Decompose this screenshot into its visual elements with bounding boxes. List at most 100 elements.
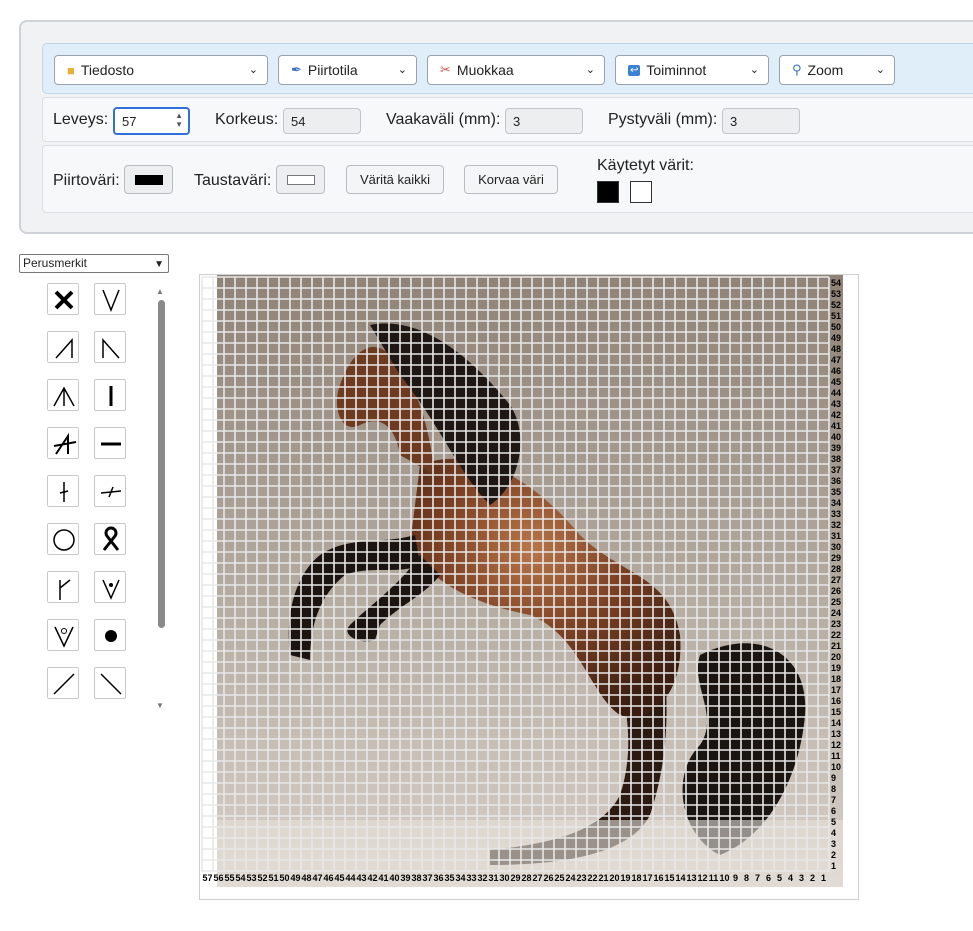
column-number-label: 2 bbox=[810, 873, 815, 883]
symbol-scrollbar-thumb[interactable] bbox=[158, 300, 165, 628]
used-color-swatch-white[interactable] bbox=[630, 181, 652, 203]
arrow-up-lines-icon[interactable] bbox=[47, 379, 79, 411]
column-number-label: 34 bbox=[455, 873, 465, 883]
diagonal-backslash-icon[interactable] bbox=[94, 667, 126, 699]
diagonal-slash-icon[interactable] bbox=[47, 667, 79, 699]
zoom-menu-select[interactable]: ⚲ Zoom ⌄ bbox=[779, 55, 895, 85]
column-number-label: 38 bbox=[411, 873, 421, 883]
row-number-label: 21 bbox=[831, 641, 841, 651]
background-color-button[interactable] bbox=[276, 165, 325, 194]
file-menu-select[interactable]: ■ Tiedosto ⌄ bbox=[54, 55, 268, 85]
row-number-label: 7 bbox=[831, 795, 836, 805]
column-number-label: 23 bbox=[576, 873, 586, 883]
column-number-label: 40 bbox=[389, 873, 399, 883]
column-number-label: 51 bbox=[268, 873, 278, 883]
a-crossed-icon[interactable] bbox=[47, 427, 79, 459]
row-number-label: 8 bbox=[831, 784, 836, 794]
row-number-label: 53 bbox=[831, 289, 841, 299]
horizontal-spacing-value: 3 bbox=[513, 113, 521, 129]
row-number-label: 15 bbox=[831, 707, 841, 717]
y-branch-icon[interactable] bbox=[47, 571, 79, 603]
row-number-label: 28 bbox=[831, 564, 841, 574]
draw-color-button[interactable] bbox=[124, 165, 173, 194]
horizontal-spacing-input[interactable]: 3 bbox=[505, 108, 583, 134]
column-number-label: 9 bbox=[733, 873, 738, 883]
row-number-label: 52 bbox=[831, 300, 841, 310]
zoom-menu-label: Zoom bbox=[807, 62, 844, 78]
column-number-label: 7 bbox=[755, 873, 760, 883]
width-input[interactable]: 57 ▲ ▼ bbox=[113, 107, 190, 135]
filled-dot-icon[interactable] bbox=[94, 619, 126, 651]
horse-photo bbox=[217, 275, 843, 887]
horizontal-spacing-label: Vaakaväli (mm): bbox=[386, 111, 501, 128]
pattern-grid[interactable]: 57 56 55 54 53 52 51 50 49 48 47 46 45 44 43 42 41 40 39 38… bbox=[200, 275, 860, 901]
column-number-label: 12 bbox=[697, 873, 707, 883]
column-number-label: 3 bbox=[799, 873, 804, 883]
ribbon-icon[interactable] bbox=[94, 523, 126, 555]
circle-icon[interactable] bbox=[47, 523, 79, 555]
column-number-label: 53 bbox=[246, 873, 256, 883]
scroll-down-arrow-icon[interactable]: ▼ bbox=[156, 701, 164, 710]
background-color-label: Taustaväri: bbox=[194, 172, 272, 189]
column-number-label: 22 bbox=[587, 873, 597, 883]
height-input[interactable]: 54 bbox=[283, 108, 361, 134]
pattern-canvas[interactable]: 57 56 55 54 53 52 51 50 49 48 47 46 45 44 43 42 41 40 39 38… bbox=[199, 274, 859, 900]
column-number-label: 54 bbox=[235, 873, 245, 883]
horizontal-tick-icon[interactable] bbox=[94, 475, 126, 507]
column-number-label: 4 bbox=[788, 873, 793, 883]
column-number-label: 14 bbox=[675, 873, 685, 883]
vertical-tick-icon[interactable] bbox=[47, 475, 79, 507]
vertical-spacing-input[interactable]: 3 bbox=[722, 108, 800, 134]
colors-row: Piirtoväri: Taustaväri: Väritä kaikki Ko… bbox=[42, 145, 973, 213]
v-shape-icon[interactable] bbox=[94, 283, 126, 315]
menu-bar: ■ Tiedosto ⌄ ✒ Piirtotila ⌄ ✂ Muokkaa ⌄ … bbox=[42, 43, 973, 94]
row-number-label: 27 bbox=[831, 575, 841, 585]
column-number-label: 24 bbox=[565, 873, 575, 883]
row-number-label: 1 bbox=[831, 861, 836, 871]
replace-color-button[interactable]: Korvaa väri bbox=[464, 165, 558, 194]
actions-menu-select[interactable]: ↩ Toiminnot ⌄ bbox=[615, 55, 769, 85]
row-number-label: 46 bbox=[831, 366, 841, 376]
row-number-label: 35 bbox=[831, 487, 841, 497]
backslash-corner-icon[interactable] bbox=[94, 331, 126, 363]
column-number-label: 13 bbox=[686, 873, 696, 883]
control-panel: ■ Tiedosto ⌄ ✒ Piirtotila ⌄ ✂ Muokkaa ⌄ … bbox=[19, 20, 973, 234]
column-number-label: 44 bbox=[345, 873, 355, 883]
v-dot-icon[interactable] bbox=[94, 571, 126, 603]
column-number-label: 18 bbox=[631, 873, 641, 883]
row-number-label: 9 bbox=[831, 773, 836, 783]
horizontal-line-icon[interactable] bbox=[94, 427, 126, 459]
folder-icon: ■ bbox=[67, 62, 75, 78]
column-number-label: 27 bbox=[532, 873, 542, 883]
width-label: Leveys: bbox=[53, 111, 109, 128]
spinner-arrows-icon[interactable]: ▲ ▼ bbox=[175, 111, 183, 129]
slash-corner-icon[interactable] bbox=[47, 331, 79, 363]
column-number-label: 37 bbox=[422, 873, 432, 883]
dimensions-row: Leveys: 57 ▲ ▼ Korkeus: 54 Vaakaväli (mm)… bbox=[42, 97, 973, 142]
column-number-label: 28 bbox=[521, 873, 531, 883]
column-number-label: 56 bbox=[213, 873, 223, 883]
scroll-up-arrow-icon[interactable]: ▲ bbox=[156, 287, 164, 296]
vertical-line-icon[interactable] bbox=[94, 379, 126, 411]
column-number-label: 26 bbox=[543, 873, 553, 883]
row-number-label: 25 bbox=[831, 597, 841, 607]
row-number-label: 24 bbox=[831, 608, 841, 618]
v-circle-icon[interactable] bbox=[47, 619, 79, 651]
row-number-label: 37 bbox=[831, 465, 841, 475]
column-number-label: 52 bbox=[257, 873, 267, 883]
draw-mode-select[interactable]: ✒ Piirtotila ⌄ bbox=[278, 55, 417, 85]
edit-menu-select[interactable]: ✂ Muokkaa ⌄ bbox=[427, 55, 605, 85]
chevron-down-icon: ⌄ bbox=[397, 64, 407, 76]
fill-all-button[interactable]: Väritä kaikki bbox=[346, 165, 444, 194]
row-number-label: 41 bbox=[831, 421, 841, 431]
x-cross-icon[interactable] bbox=[47, 283, 79, 315]
row-number-label: 3 bbox=[831, 839, 836, 849]
column-number-label: 48 bbox=[301, 873, 311, 883]
row-number-label: 49 bbox=[831, 333, 841, 343]
used-color-swatch-black[interactable] bbox=[597, 181, 619, 203]
column-number-label: 41 bbox=[378, 873, 388, 883]
symbol-set-select[interactable]: Perusmerkit ▼ bbox=[19, 254, 169, 273]
column-number-label: 39 bbox=[400, 873, 410, 883]
column-number-label: 29 bbox=[510, 873, 520, 883]
row-number-label: 19 bbox=[831, 663, 841, 673]
